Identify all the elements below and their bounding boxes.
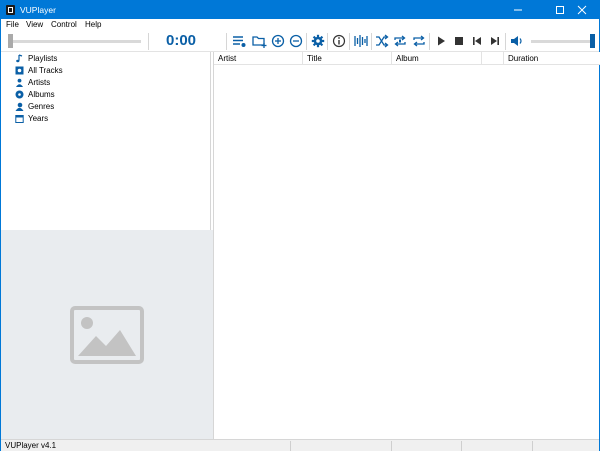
repeat-track-icon (394, 35, 406, 47)
status-bar: VUPlayer v4.1 (1, 439, 599, 451)
repeat-playlist-icon (413, 35, 425, 47)
toolbar: 0:00 (1, 31, 599, 52)
tracks-icon (15, 66, 24, 75)
close-icon (577, 5, 587, 15)
close-button[interactable] (565, 1, 599, 19)
equalizer-button[interactable] (352, 32, 370, 50)
status-version: VUPlayer v4.1 (5, 441, 57, 450)
add-folder-icon (251, 36, 266, 48)
toolbar-separator (371, 33, 372, 50)
menu-view[interactable]: View (26, 20, 43, 29)
equalizer-icon (354, 35, 368, 47)
person-icon (15, 78, 24, 87)
toolbar-separator (327, 33, 328, 50)
play-icon (438, 36, 445, 46)
minimize-button[interactable] (501, 1, 535, 19)
seek-bar-track[interactable] (9, 40, 141, 43)
music-note-icon (15, 54, 24, 63)
settings-icon (311, 34, 325, 48)
info-icon (332, 34, 346, 48)
image-placeholder-icon (70, 306, 144, 364)
toolbar-separator (349, 33, 350, 50)
status-separator (461, 441, 462, 451)
disc-icon (15, 90, 24, 99)
repeat-playlist-button[interactable] (410, 32, 428, 50)
volume-slider-track[interactable] (531, 40, 591, 43)
add-button[interactable] (269, 32, 287, 50)
volume-icon (511, 36, 522, 46)
toolbar-separator (505, 33, 506, 50)
tree-item-label: Years (28, 114, 49, 123)
column-header-duration[interactable]: Duration (504, 52, 600, 65)
tree-item-label: Playlists (28, 54, 58, 63)
tree-item-label: Artists (28, 78, 51, 87)
volume-button[interactable] (508, 32, 526, 50)
tree-item-all-tracks[interactable]: All Tracks (15, 65, 63, 76)
volume-slider-thumb[interactable] (590, 34, 595, 48)
maximize-icon (556, 6, 564, 14)
column-header-album[interactable]: Album (392, 52, 482, 65)
seek-bar-thumb[interactable] (8, 34, 13, 48)
stop-icon (455, 37, 463, 45)
playlist-menu-icon (233, 36, 246, 47)
menu-help[interactable]: Help (85, 20, 101, 29)
tree-item-playlists[interactable]: Playlists (15, 53, 57, 64)
add-folder-button[interactable] (250, 32, 268, 50)
next-icon (491, 37, 499, 45)
column-header-blank[interactable] (482, 52, 504, 65)
repeat-track-button[interactable] (391, 32, 409, 50)
column-header-title[interactable]: Title (303, 52, 392, 65)
app-window: VUPlayer File View Control Help 0:00 Pla… (0, 0, 600, 451)
status-separator (532, 441, 533, 451)
previous-icon (473, 37, 481, 45)
calendar-icon (15, 114, 24, 123)
toolbar-separator (306, 33, 307, 50)
time-display: 0:00 (166, 32, 197, 49)
menu-control[interactable]: Control (51, 20, 77, 29)
menu-file[interactable]: File (6, 20, 19, 29)
title-bar: VUPlayer (1, 1, 599, 19)
toolbar-separator (429, 33, 430, 50)
library-tree: Playlists All Tracks Artists Albums Genr… (1, 52, 211, 230)
status-separator (391, 441, 392, 451)
menu-bar: File View Control Help (1, 19, 599, 31)
previous-button[interactable] (468, 32, 486, 50)
tree-item-years[interactable]: Years (15, 113, 48, 124)
next-button[interactable] (486, 32, 504, 50)
remove-icon (289, 34, 303, 48)
tree-item-label: All Tracks (28, 66, 63, 75)
window-title: VUPlayer (20, 5, 56, 15)
playlist-menu-button[interactable] (230, 32, 248, 50)
playlist-view[interactable]: Artist Title Album Duration (213, 52, 600, 439)
toolbar-separator (148, 33, 149, 50)
shuffle-button[interactable] (373, 32, 391, 50)
stop-button[interactable] (450, 32, 468, 50)
app-icon (6, 5, 15, 15)
status-separator (290, 441, 291, 451)
tree-item-genres[interactable]: Genres (15, 101, 54, 112)
remove-button[interactable] (287, 32, 305, 50)
column-header-artist[interactable]: Artist (214, 52, 303, 65)
play-button[interactable] (432, 32, 450, 50)
add-icon (271, 34, 285, 48)
info-button[interactable] (330, 32, 348, 50)
minimize-icon (514, 9, 522, 11)
genre-icon (15, 102, 24, 111)
settings-button[interactable] (309, 32, 327, 50)
toolbar-separator (226, 33, 227, 50)
tree-item-label: Albums (28, 90, 55, 99)
tree-item-label: Genres (28, 102, 55, 111)
shuffle-icon (376, 34, 389, 48)
tree-item-artists[interactable]: Artists (15, 77, 50, 88)
tree-item-albums[interactable]: Albums (15, 89, 55, 100)
